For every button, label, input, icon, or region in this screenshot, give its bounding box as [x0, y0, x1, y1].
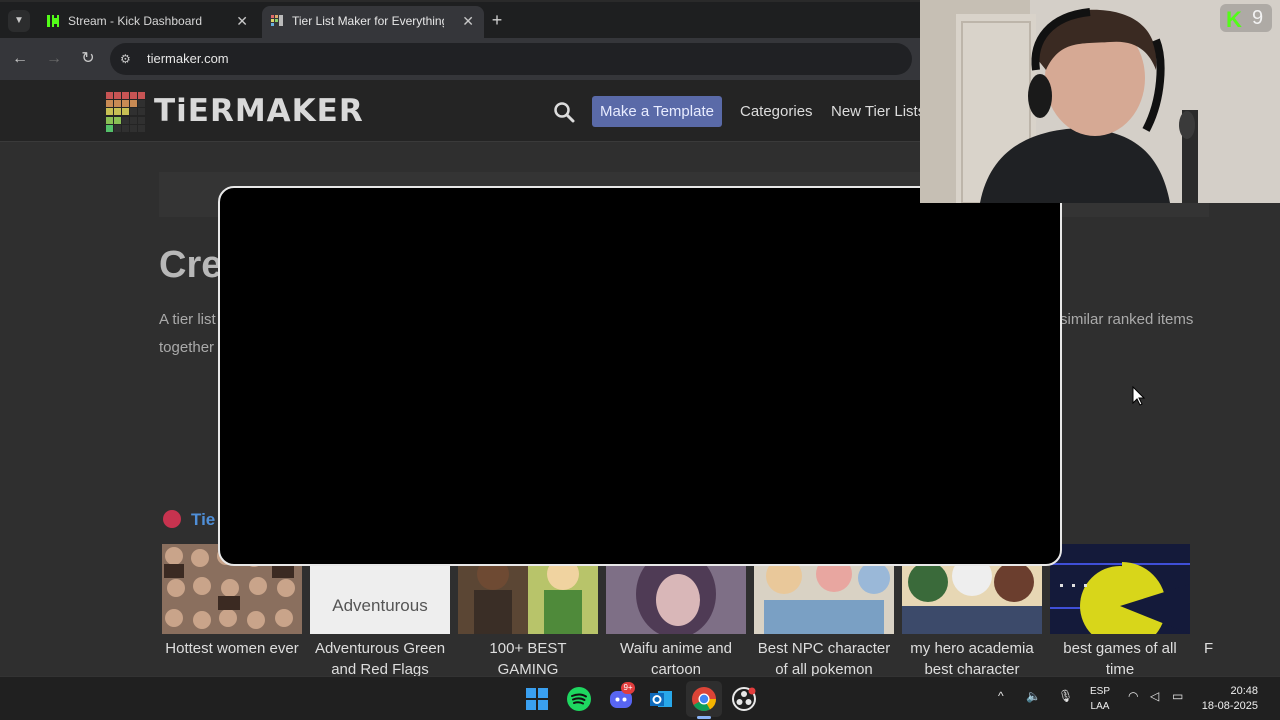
site-settings-icon[interactable]: ⚙ — [120, 51, 136, 67]
search-icon[interactable] — [553, 101, 575, 123]
chrome-running-indicator — [697, 716, 711, 719]
tab-title: Tier List Maker for Everything - — [292, 14, 444, 28]
kick-viewer-badge: K 9 — [1220, 4, 1272, 32]
show-hidden-icons-chevron-icon[interactable]: ^ — [998, 689, 1004, 703]
discord-notification-badge: 9+ — [621, 682, 635, 694]
obs-icon[interactable] — [731, 686, 757, 712]
mouse-cursor-icon — [1132, 386, 1146, 406]
close-icon[interactable]: ✕ — [462, 6, 474, 36]
spotify-icon[interactable] — [566, 686, 592, 712]
windows-taskbar: 9+ ^ 🔈 🎙 ESP LAA ◠ ◁ ▭ 20:48 18-08-2025 — [0, 676, 1280, 720]
url-text[interactable]: tiermaker.com — [147, 51, 229, 66]
template-card[interactable]: best games of all time — [1050, 544, 1190, 676]
card-caption[interactable]: my hero academia best character — [902, 638, 1042, 676]
keyboard-layout: LAA — [1090, 701, 1110, 712]
tiermaker-logo-icon[interactable] — [106, 92, 148, 132]
outlook-icon[interactable] — [648, 686, 674, 712]
viewer-count: 9 — [1252, 7, 1264, 29]
card-thumbnail-text: Adventurous — [332, 596, 428, 615]
microphone-icon[interactable]: 🎙 — [1058, 689, 1073, 703]
tab-kick-dashboard[interactable]: Stream - Kick Dashboard ✕ — [38, 6, 258, 40]
kick-favicon-icon — [47, 15, 59, 27]
wifi-icon[interactable]: ◠ — [1128, 689, 1138, 703]
back-arrow-icon[interactable]: ← — [9, 48, 31, 70]
card-caption[interactable]: best games of all time — [1050, 638, 1190, 676]
forward-arrow-icon[interactable]: → — [43, 48, 65, 70]
tab-search-dropdown[interactable]: ▼ — [8, 10, 30, 32]
chrome-icon[interactable] — [691, 686, 717, 712]
trending-dot-icon — [163, 510, 181, 528]
black-overlay-panel — [218, 186, 1062, 566]
new-tab-button[interactable]: + — [486, 8, 508, 32]
clock-time: 20:48 — [1230, 685, 1258, 697]
card-caption[interactable]: Adventurous Green and Red Flags — [310, 638, 450, 676]
webcam-overlay: K 9 — [920, 0, 1280, 203]
card-thumbnail — [1050, 544, 1190, 634]
nav-categories[interactable]: Categories — [740, 103, 813, 120]
close-icon[interactable]: ✕ — [236, 6, 248, 36]
screen: ▼ Stream - Kick Dashboard ✕ Tier List Ma… — [0, 0, 1280, 720]
tab-title: Stream - Kick Dashboard — [68, 14, 203, 28]
tiermaker-favicon-icon — [271, 15, 283, 26]
trending-heading: Tie — [191, 510, 216, 529]
reload-icon[interactable]: ↻ — [77, 48, 99, 70]
template-card[interactable]: F — [1198, 544, 1258, 676]
nav-new-tier-lists[interactable]: New Tier Lists — [831, 103, 925, 120]
clock-date: 18-08-2025 — [1201, 700, 1258, 712]
card-thumbnail — [1198, 544, 1258, 634]
make-template-button[interactable]: Make a Template — [592, 96, 722, 127]
address-bar[interactable]: ⚙ tiermaker.com — [110, 43, 912, 75]
windows-start-icon[interactable] — [524, 686, 550, 712]
language-code: ESP — [1090, 686, 1111, 697]
card-caption[interactable]: Hottest women ever — [162, 638, 302, 659]
speaker-icon[interactable]: 🔈 — [1026, 689, 1041, 703]
page-title: Cre — [159, 244, 223, 286]
input-language[interactable]: ESP LAA — [1090, 684, 1110, 714]
description-line-1-end: similar ranked items — [1060, 311, 1194, 328]
card-caption[interactable]: Waifu anime and cartoon — [606, 638, 746, 676]
system-clock[interactable]: 20:48 18-08-2025 — [1202, 684, 1258, 714]
volume-icon[interactable]: ◁ — [1150, 689, 1159, 703]
card-caption[interactable]: F — [1198, 638, 1218, 659]
card-caption[interactable]: Best NPC character of all pokemon — [754, 638, 894, 676]
tab-tiermaker[interactable]: Tier List Maker for Everything - ✕ — [262, 6, 484, 40]
site-logo-text[interactable]: TiERMAKER — [154, 93, 364, 129]
browser-toolbar: ← → ↻ ⚙ tiermaker.com — [0, 38, 920, 80]
card-caption[interactable]: 100+ BEST GAMING PROTAGANIST — [458, 638, 598, 676]
kick-logo-icon: K — [1226, 7, 1242, 32]
browser-tabstrip: ▼ Stream - Kick Dashboard ✕ Tier List Ma… — [0, 0, 920, 40]
battery-icon[interactable]: ▭ — [1172, 689, 1183, 703]
